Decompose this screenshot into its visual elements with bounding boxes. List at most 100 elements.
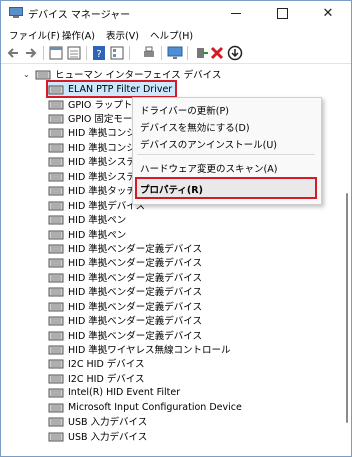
tree-item[interactable]: Intel(R) HID Event Filter — [48, 385, 180, 399]
hid-device-icon — [48, 100, 64, 109]
tree-item-label: HID 準拠ワイヤレス無線コントロール — [68, 345, 231, 356]
tree-item-label: HID 準拠ペン — [68, 230, 127, 241]
menu-disable-device[interactable]: デバイスを無効にする(D) — [140, 120, 250, 134]
minimize-icon — [231, 12, 241, 14]
close-icon: ✕ — [322, 5, 334, 21]
menu-properties[interactable]: プロパティ(R) — [135, 177, 317, 199]
tree-item-label: HID 準拠ベンダー定義デバイス — [68, 287, 202, 298]
hid-device-icon — [48, 157, 64, 166]
hid-device-icon — [48, 403, 64, 412]
help-icon[interactable]: ? — [91, 45, 107, 61]
tree-item[interactable]: HID 準拠システム — [48, 169, 145, 183]
tree-item[interactable]: HID 準拠ベンダー定義デバイス — [48, 241, 202, 255]
menu-uninstall-device[interactable]: デバイスのアンインストール(U) — [140, 137, 277, 151]
tree-item-label: HID 準拠ベンダー定義デバイス — [68, 273, 202, 284]
device-list-icon[interactable] — [109, 45, 125, 61]
menu-file[interactable]: ファイル(F) — [9, 28, 60, 42]
menu-help[interactable]: ヘルプ(H) — [150, 28, 193, 42]
back-icon[interactable] — [5, 45, 21, 61]
menu-action[interactable]: 操作(A) — [62, 28, 95, 42]
hid-device-icon — [48, 273, 64, 282]
download-driver-icon[interactable] — [227, 45, 243, 61]
tree-item-label: HID 準拠ベンダー定義デバイス — [68, 331, 202, 342]
context-menu: ドライバーの更新(P) デバイスを無効にする(D) デバイスのアンインストール(… — [132, 97, 322, 205]
device-manager-app-icon — [9, 7, 23, 18]
hid-device-icon — [48, 388, 64, 397]
tree-item[interactable]: HID 準拠ペン — [48, 212, 126, 226]
enable-device-icon[interactable] — [193, 45, 209, 61]
chevron-down-icon[interactable]: ⌄ — [23, 70, 32, 79]
computer-list-icon[interactable] — [66, 45, 82, 61]
maximize-icon — [276, 7, 288, 19]
maximize-button[interactable] — [259, 1, 305, 25]
tree-item[interactable]: I2C HID デバイス — [48, 356, 145, 370]
tree-item[interactable]: USB 入力デバイス — [48, 429, 147, 443]
forward-icon[interactable] — [23, 45, 39, 61]
menu-separator — [137, 177, 315, 178]
tree-item[interactable]: HID 準拠システム — [48, 154, 145, 168]
window-title: デバイス マネージャー — [28, 10, 131, 21]
hid-device-icon — [48, 417, 64, 426]
tree-item[interactable]: USB 入力デバイス — [48, 414, 147, 428]
hid-device-icon — [48, 287, 64, 296]
tree-item[interactable]: HID 準拠ベンダー定義デバイス — [48, 328, 202, 342]
tree-item[interactable]: HID 準拠ワイヤレス無線コントロール — [48, 342, 231, 356]
tree-item-label: ELAN PTP Filter Driver — [68, 83, 173, 95]
tree-item-label: USB 入力デバイス — [68, 417, 148, 428]
menu-scan-hardware[interactable]: ハードウェア変更のスキャン(A) — [140, 161, 277, 175]
properties-panel-icon[interactable] — [48, 45, 64, 61]
title-bar: デバイス マネージャー ✕ — [1, 1, 351, 25]
tree-item-elan-ptp-filter[interactable]: ELAN PTP Filter Driver — [45, 80, 178, 98]
close-button[interactable]: ✕ — [305, 1, 351, 25]
hid-device-icon — [48, 186, 64, 195]
menu-update-driver[interactable]: ドライバーの更新(P) — [140, 103, 229, 117]
device-manager-window: デバイス マネージャー ✕ ファイル(F) 操作(A) 表示(V) ヘルプ(H)… — [0, 0, 352, 457]
menu-view[interactable]: 表示(V) — [106, 28, 139, 42]
print-icon[interactable] — [141, 45, 157, 61]
hid-device-icon — [48, 316, 64, 325]
scrollbar-thumb[interactable] — [346, 193, 348, 423]
tree-item[interactable]: HID 準拠ベンダー定義デバイス — [48, 299, 202, 313]
toolbar-separator — [86, 46, 87, 60]
hid-device-icon — [48, 302, 64, 311]
monitor-icon[interactable] — [167, 45, 183, 61]
tree-item[interactable]: Microsoft Input Configuration Device — [48, 400, 242, 414]
vertical-scrollbar[interactable] — [343, 65, 351, 456]
menu-bar: ファイル(F) 操作(A) 表示(V) ヘルプ(H) — [1, 26, 351, 43]
tree-item[interactable]: GPIO 固定モード- — [48, 111, 145, 125]
tree-item-label: Intel(R) HID Event Filter — [68, 386, 181, 398]
tree-item-label: USB 入力デバイス — [68, 432, 148, 443]
hid-device-icon — [48, 345, 64, 354]
toolbar-separator — [129, 46, 130, 60]
hid-device-icon — [48, 359, 64, 368]
hid-device-icon — [48, 230, 64, 239]
toolbar: ? — [1, 43, 351, 64]
tree-item[interactable]: HID 準拠ペン — [48, 227, 126, 241]
tree-item-label: Microsoft Input Configuration Device — [68, 401, 242, 413]
hid-device-icon — [48, 85, 64, 94]
tree-item-label: HID 準拠ベンダー定義デバイス — [68, 258, 202, 269]
tree-item[interactable]: HID 準拠ベンダー定義デバイス — [48, 284, 202, 298]
hid-device-icon — [48, 172, 64, 181]
toolbar-separator — [43, 46, 44, 60]
tree-item[interactable]: HID 準拠ベンダー定義デバイス — [48, 270, 202, 284]
tree-category-hid[interactable]: ⌄ ヒューマン インターフェイス デバイス — [23, 67, 222, 82]
tree-item[interactable]: HID 準拠デバイス — [48, 198, 145, 212]
minimize-button[interactable] — [213, 1, 259, 25]
hid-device-icon — [48, 432, 64, 441]
tree-item-label: HID 準拠ペン — [68, 215, 127, 226]
hid-device-icon — [48, 374, 64, 383]
uninstall-x-icon[interactable] — [209, 45, 225, 61]
hid-device-icon — [35, 70, 51, 79]
tree-item[interactable]: HID 準拠ベンダー定義デバイス — [48, 313, 202, 327]
tree-item[interactable]: I2C HID デバイス — [48, 371, 145, 385]
hid-device-icon — [48, 201, 64, 210]
tree-item-label: HID 準拠ベンダー定義デバイス — [68, 244, 202, 255]
tree-item-label: I2C HID デバイス — [68, 359, 145, 370]
tree-item-label: I2C HID デバイス — [68, 374, 145, 385]
hid-device-icon — [48, 143, 64, 152]
hid-device-icon — [48, 331, 64, 340]
menu-separator — [137, 154, 315, 155]
tree-item[interactable]: HID 準拠ベンダー定義デバイス — [48, 255, 202, 269]
category-label: ヒューマン インターフェイス デバイス — [55, 70, 222, 81]
